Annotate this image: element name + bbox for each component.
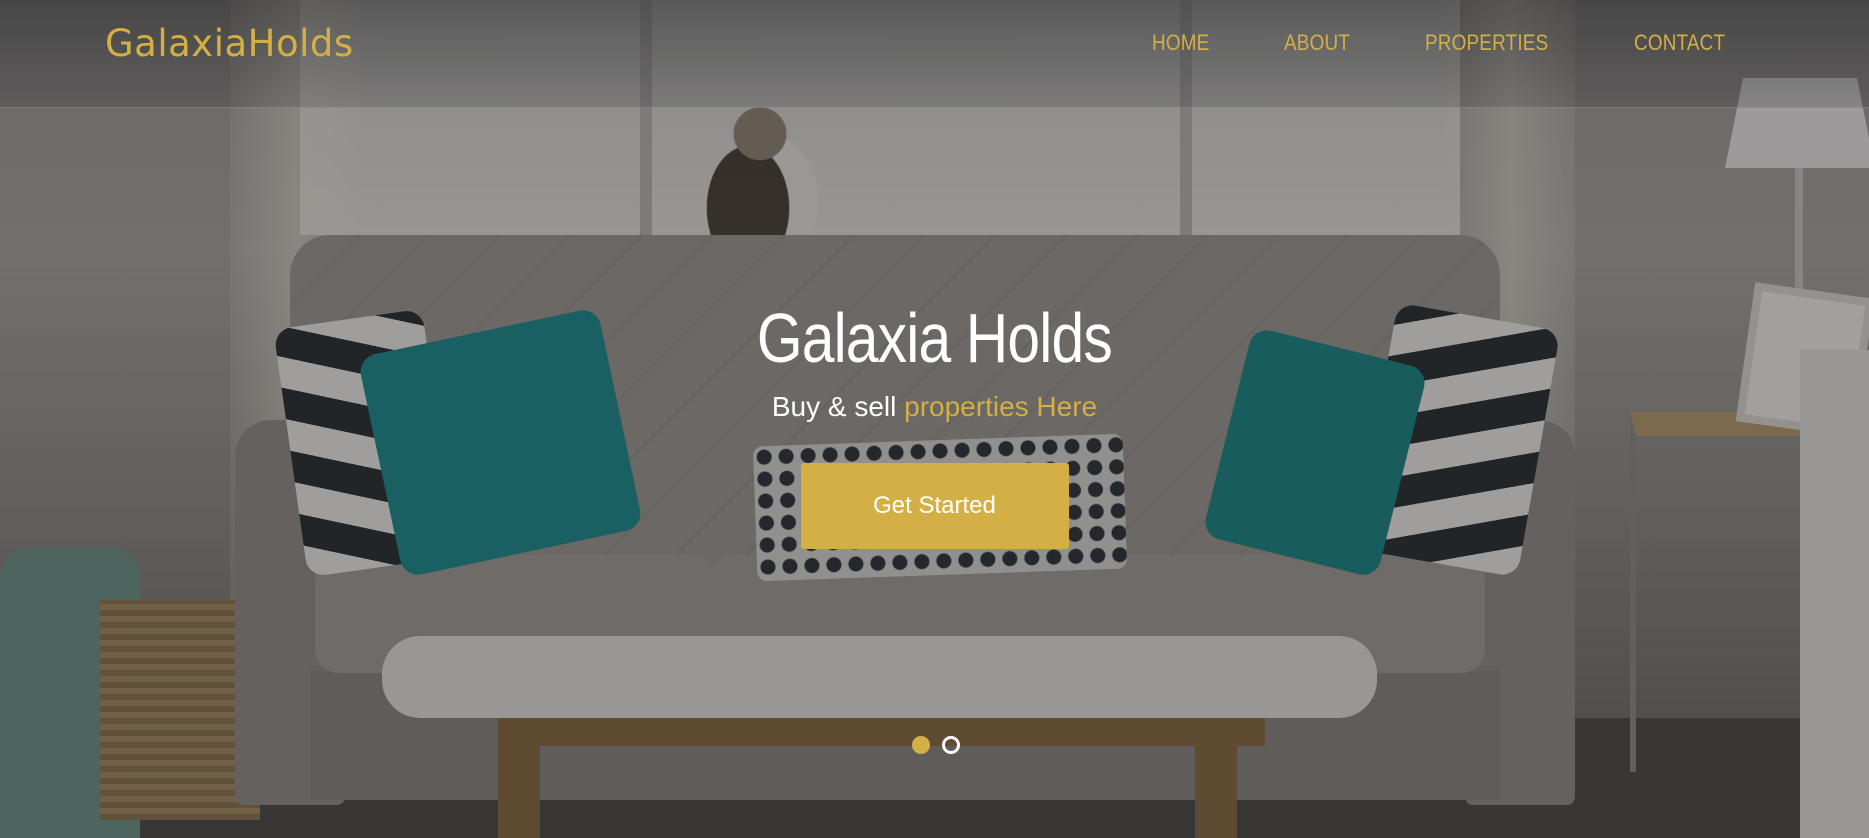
nav-menu: HOME ABOUT PROPERTIES CONTACT [1152, 30, 1740, 56]
nav-item-home: HOME [1152, 30, 1219, 56]
nav-link-contact[interactable]: CONTACT [1634, 30, 1725, 56]
carousel-indicators [912, 736, 960, 754]
brand-logo[interactable]: GalaxiaHolds [105, 22, 354, 65]
hero-subtitle: Buy & sell properties Here [0, 391, 1869, 423]
hero-title: Galaxia Holds [756, 299, 1113, 377]
hero-content: Galaxia Holds Buy & sell properties Here… [0, 300, 1869, 549]
get-started-button[interactable]: Get Started [800, 463, 1069, 549]
hero-subtitle-accent: properties Here [904, 391, 1098, 422]
carousel-dot-icon[interactable] [942, 736, 960, 754]
hero-banner: GalaxiaHolds HOME ABOUT PROPERTIES CONTA… [0, 0, 1869, 838]
nav-item-contact: CONTACT [1634, 30, 1740, 56]
nav-link-home[interactable]: HOME [1152, 30, 1209, 56]
hero-subtitle-plain: Buy & sell [771, 391, 897, 422]
nav-item-properties: PROPERTIES [1425, 30, 1568, 56]
navbar: GalaxiaHolds HOME ABOUT PROPERTIES CONTA… [0, 0, 1869, 108]
nav-link-properties[interactable]: PROPERTIES [1425, 30, 1548, 56]
nav-item-about: ABOUT [1284, 30, 1361, 56]
nav-link-about[interactable]: ABOUT [1284, 30, 1350, 56]
carousel-dot-active-icon[interactable] [912, 736, 930, 754]
